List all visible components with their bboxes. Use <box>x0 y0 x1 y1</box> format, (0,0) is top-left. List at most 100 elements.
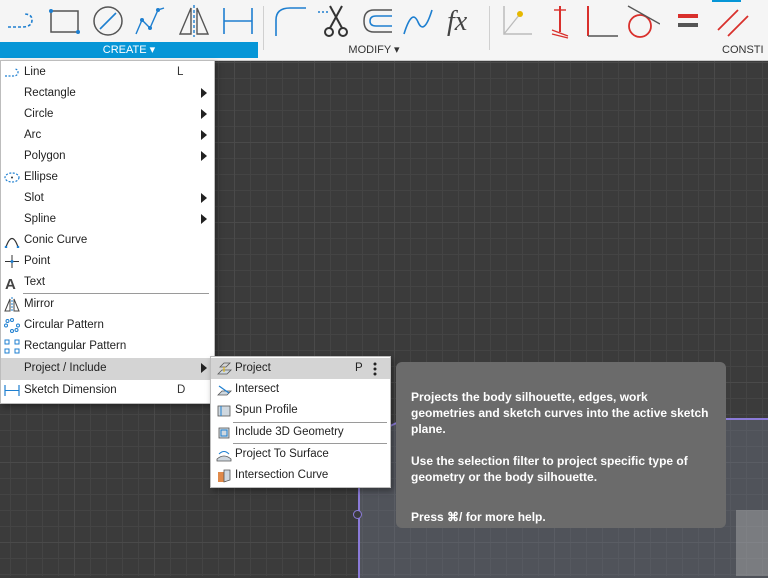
line-tool-button[interactable] <box>2 2 38 40</box>
menu-item-slot[interactable]: Slot <box>1 188 214 209</box>
tangent-icon <box>627 5 660 38</box>
menu-item-label: Ellipse <box>24 171 58 183</box>
submenu-item-intersection-curve[interactable]: Intersection Curve <box>211 465 390 486</box>
parallel-constraint-button[interactable] <box>714 2 750 40</box>
submenu-arrow-icon <box>201 214 207 224</box>
rectangular-pattern-icon <box>4 339 20 354</box>
menu-item-label: Spline <box>24 213 56 225</box>
submenu-item-project-to-surface[interactable]: Project To Surface <box>211 444 390 465</box>
submenu-item-intersect[interactable]: Intersect <box>211 379 390 400</box>
tooltip-help: Press ⌘/ for more help. <box>411 510 546 524</box>
horizontal-vertical-icon <box>503 6 532 35</box>
menu-item-label: Sketch Dimension <box>24 384 117 396</box>
submenu-item-label: Intersect <box>235 383 280 395</box>
submenu-item-spun-profile[interactable]: Spun Profile <box>211 400 390 421</box>
active-indicator <box>712 0 741 2</box>
sketch-dimension-icon <box>223 8 253 34</box>
menu-item-rectangle[interactable]: Rectangle <box>1 83 214 104</box>
parallel-icon <box>717 9 749 37</box>
menu-item-line[interactable]: Line L <box>1 62 214 83</box>
menu-item-polygon[interactable]: Polygon <box>1 146 214 167</box>
trim-tool-button[interactable] <box>318 2 354 40</box>
menu-item-circle[interactable]: Circle <box>1 104 214 125</box>
point-icon <box>5 255 19 268</box>
create-group-label[interactable]: CREATE ▾ <box>0 42 258 58</box>
line-icon <box>8 13 33 28</box>
constrain-group-label[interactable]: CONSTI <box>722 42 768 58</box>
svg-text:A: A <box>5 276 16 290</box>
menu-item-ellipse[interactable]: Ellipse <box>1 167 214 188</box>
function-tool-button[interactable]: fx <box>444 2 480 40</box>
project-to-surface-icon <box>216 451 232 462</box>
spun-profile-icon <box>217 405 231 417</box>
submenu-arrow-icon <box>201 88 207 98</box>
menu-item-rectangular-pattern[interactable]: Rectangular Pattern <box>1 336 214 357</box>
menu-item-label: Line <box>24 66 46 78</box>
menu-item-label: Slot <box>24 192 44 204</box>
sketch-dimension-icon <box>4 385 20 396</box>
menu-item-point[interactable]: Point <box>1 251 214 272</box>
rectangle-icon <box>49 9 80 34</box>
modify-group-label[interactable]: MODIFY ▾ <box>300 42 448 58</box>
line-icon <box>5 68 19 77</box>
equal-constraint-button[interactable] <box>670 2 706 40</box>
menu-item-text[interactable]: A Text <box>1 272 214 293</box>
fillet-tool-button[interactable] <box>272 2 308 40</box>
menu-item-label: Rectangle <box>24 87 76 99</box>
more-options-icon[interactable] <box>371 360 379 377</box>
toolbar: fx CREATE ▾ MODIFY ▾ CONSTI <box>0 0 768 61</box>
perpendicular-constraint-button[interactable] <box>584 2 620 40</box>
menu-item-label: Circular Pattern <box>24 319 104 331</box>
rectangle-tool-button[interactable] <box>46 2 82 40</box>
coincident-constraint-button[interactable] <box>542 2 578 40</box>
tooltip-description: Projects the body silhouette, edges, wor… <box>411 390 709 436</box>
menu-item-arc[interactable]: Arc <box>1 125 214 146</box>
menu-item-mirror[interactable]: Mirror <box>1 294 214 315</box>
mirror-tool-button[interactable] <box>176 2 212 40</box>
mirror-icon <box>178 5 210 37</box>
menu-item-circular-pattern[interactable]: Circular Pattern <box>1 315 214 336</box>
submenu-arrow-icon <box>201 151 207 161</box>
submenu-item-include-3d-geometry[interactable]: Include 3D Geometry <box>211 422 390 443</box>
project-icon <box>217 362 232 375</box>
curve-tool-button[interactable] <box>400 2 436 40</box>
submenu-arrow-icon <box>201 363 207 373</box>
menu-item-conic-curve[interactable]: Conic Curve <box>1 230 214 251</box>
equal-icon <box>678 14 698 27</box>
menu-item-shortcut: D <box>177 384 186 396</box>
submenu-item-label: Spun Profile <box>235 404 298 416</box>
menu-item-label: Polygon <box>24 150 66 162</box>
coincident-icon <box>551 6 569 39</box>
submenu-item-shortcut: P <box>355 362 363 374</box>
sketch-dimension-tool-button[interactable] <box>220 2 256 40</box>
menu-item-project-include[interactable]: Project / Include <box>1 358 214 380</box>
offset-icon <box>363 9 392 33</box>
spline-tool-button[interactable] <box>132 2 168 40</box>
create-menu: Line L Rectangle Circle Arc Polygon Elli… <box>0 60 215 404</box>
menu-item-label: Text <box>24 276 46 288</box>
menu-item-label: Mirror <box>24 298 55 310</box>
offset-tool-button[interactable] <box>358 2 394 40</box>
sketch-point[interactable] <box>353 510 362 519</box>
menu-item-label: Rectangular Pattern <box>24 340 127 352</box>
circle-tool-button[interactable] <box>90 2 126 40</box>
submenu-item-project[interactable]: Project P <box>211 358 390 379</box>
submenu-arrow-icon <box>201 109 207 119</box>
spline-icon <box>135 7 165 35</box>
menu-item-spline[interactable]: Spline <box>1 209 214 230</box>
submenu-item-label: Intersection Curve <box>235 469 329 481</box>
menu-item-sketch-dimension[interactable]: Sketch Dimension D <box>1 380 214 401</box>
tooltip-hint: Use the selection filter to project spec… <box>411 454 688 484</box>
mirror-icon <box>4 297 20 312</box>
intersection-curve-icon <box>218 469 231 483</box>
perpendicular-icon <box>587 6 618 37</box>
horizontal-vertical-constraint-button[interactable] <box>498 2 534 40</box>
submenu-item-label: Include 3D Geometry <box>235 426 344 438</box>
tangent-constraint-button[interactable] <box>624 2 660 40</box>
conic-curve-icon <box>4 237 20 248</box>
svg-text:fx: fx <box>447 6 468 37</box>
circle-icon <box>93 6 123 36</box>
body-face[interactable] <box>736 510 768 576</box>
trim-icon <box>318 5 348 37</box>
circular-pattern-icon <box>4 318 20 333</box>
